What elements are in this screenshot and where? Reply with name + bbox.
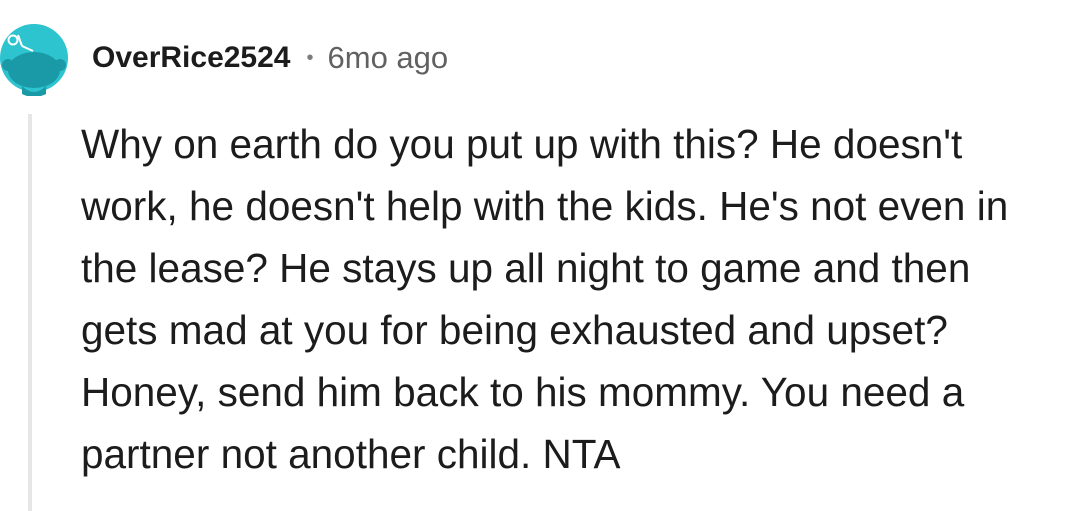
comment-header: OverRice2524 • 6mo ago (92, 36, 448, 80)
thread-collapse-line[interactable] (28, 114, 32, 511)
username-link[interactable]: OverRice2524 (92, 41, 291, 75)
comment-body-line: Why on earth do you put up with this? He… (81, 121, 963, 167)
comment: OverRice2524 • 6mo ago Why on earth do y… (0, 0, 1080, 511)
comment-body-line: partner not another child. NTA (81, 431, 621, 477)
comment-timestamp: 6mo ago (327, 40, 449, 75)
meta-separator: • (306, 46, 314, 69)
comment-body-line: work, he doesn't help with the kids. He'… (81, 183, 1009, 229)
comment-body: Why on earth do you put up with this? He… (81, 113, 1077, 485)
comment-body-line: gets mad at you for being exhausted and … (81, 307, 948, 353)
snoo-avatar-icon (0, 24, 68, 97)
comment-body-line: the lease? He stays up all night to game… (81, 245, 971, 291)
user-avatar[interactable] (0, 20, 68, 97)
comment-body-line: Honey, send him back to his mommy. You n… (81, 369, 965, 415)
